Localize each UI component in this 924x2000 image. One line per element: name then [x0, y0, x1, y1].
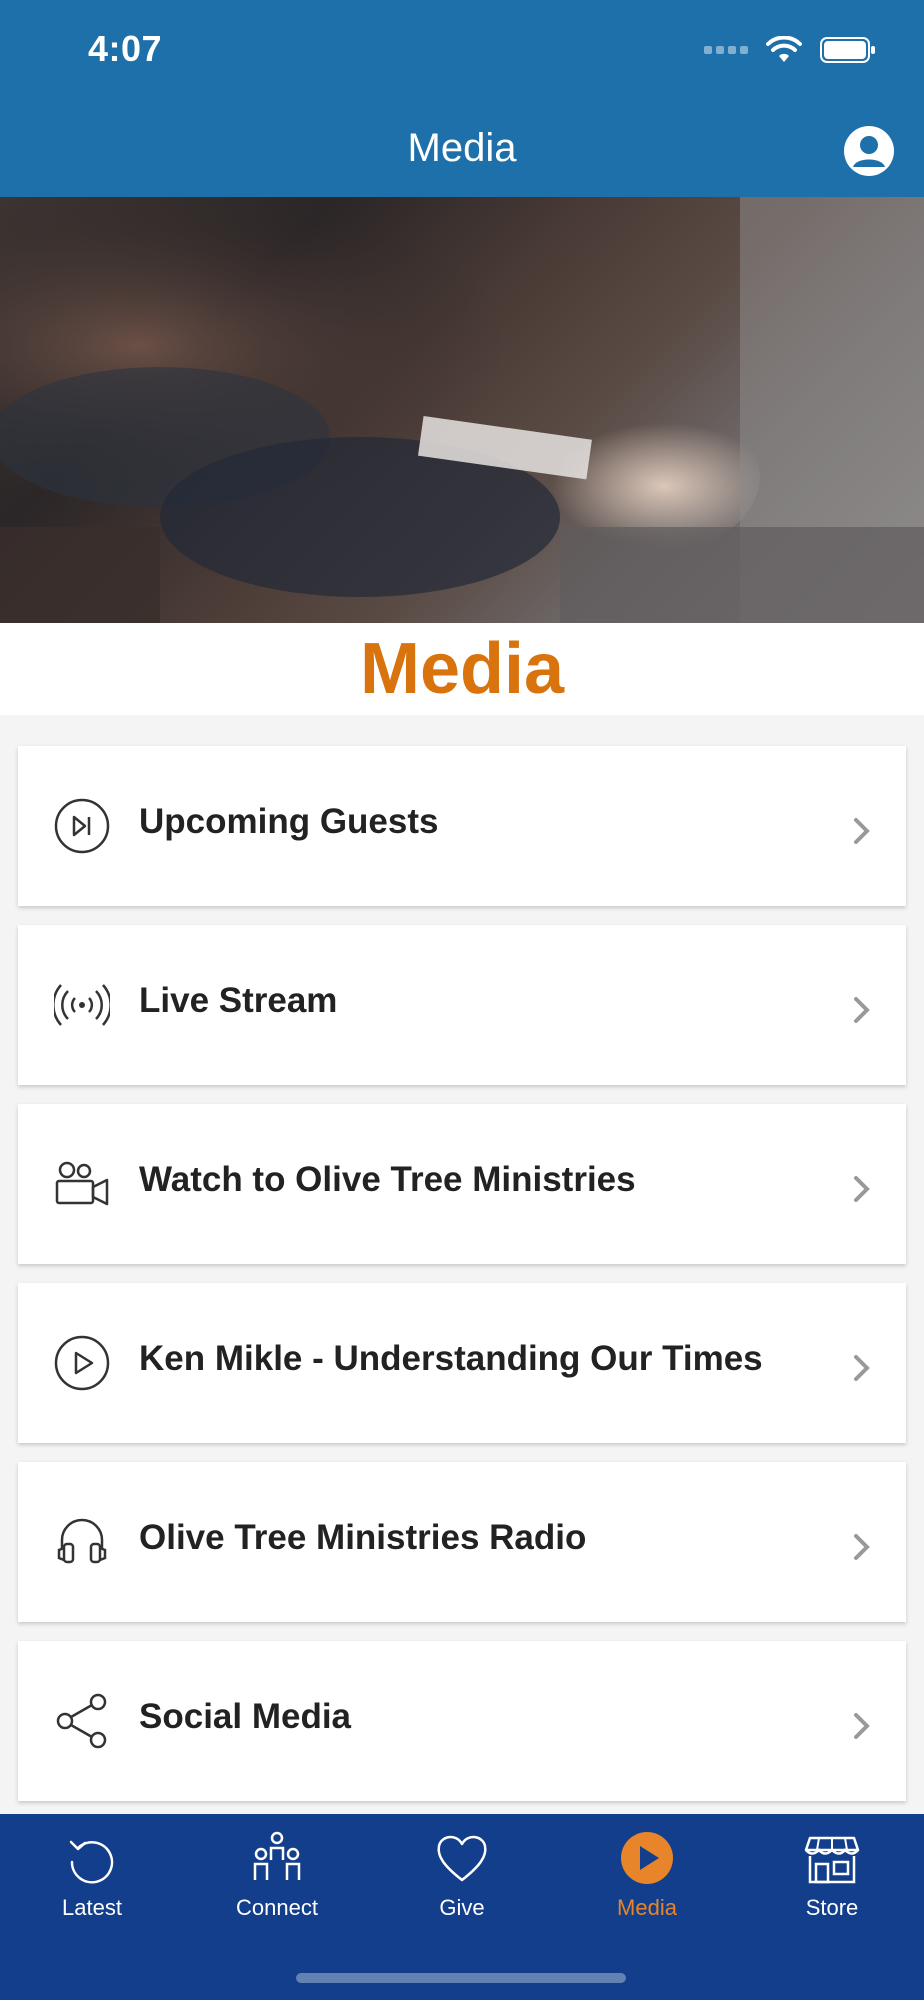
cellular-signal-icon — [704, 46, 748, 54]
tab-label: Store — [805, 1895, 859, 1920]
tab-label: Connect — [236, 1895, 318, 1920]
menu-item-upcoming-guests[interactable]: Upcoming Guests — [18, 746, 906, 906]
tab-label: Media — [617, 1895, 677, 1920]
wifi-icon — [766, 36, 802, 62]
chevron-right-icon — [854, 1713, 870, 1739]
tab-media[interactable]: Media — [555, 1814, 739, 1954]
headphones-icon — [57, 1518, 107, 1564]
tab-store[interactable]: Store — [740, 1814, 924, 1954]
tab-label: Latest — [62, 1895, 122, 1920]
refresh-icon — [69, 1840, 114, 1884]
video-camera-icon — [55, 1161, 109, 1206]
menu-item-radio[interactable]: Olive Tree Ministries Radio — [18, 1462, 906, 1622]
tab-bar: Latest Connect Give Media Store — [0, 1814, 924, 2000]
menu-item-watch[interactable]: Watch to Olive Tree Ministries — [18, 1104, 906, 1264]
menu-item-ken-mikle[interactable]: Ken Mikle - Understanding Our Times — [18, 1283, 906, 1443]
hero-title-bar: Media — [0, 623, 924, 715]
hero-image — [0, 197, 924, 623]
status-icons — [704, 32, 876, 68]
home-indicator — [296, 1973, 626, 1983]
battery-icon — [820, 37, 875, 63]
tab-latest[interactable]: Latest — [0, 1814, 184, 1954]
page-title: Media — [407, 126, 517, 170]
status-time: 4:07 — [88, 28, 163, 69]
tab-label: Give — [439, 1895, 485, 1920]
store-icon — [804, 1836, 860, 1884]
play-circle-icon — [621, 1832, 673, 1884]
menu-item-label: Social Media — [139, 1697, 352, 1736]
menu-item-label: Upcoming Guests — [139, 802, 439, 841]
chevron-right-icon — [854, 1176, 870, 1202]
chevron-right-icon — [854, 1534, 870, 1560]
broadcast-icon — [54, 984, 110, 1026]
tab-connect[interactable]: Connect — [185, 1814, 369, 1954]
hero-title: Media — [359, 629, 565, 709]
chevron-right-icon — [854, 997, 870, 1023]
menu-item-label: Live Stream — [139, 981, 338, 1020]
menu-item-live-stream[interactable]: Live Stream — [18, 925, 906, 1085]
profile-icon[interactable] — [842, 124, 896, 178]
play-circle-icon — [54, 1335, 110, 1391]
menu-item-social-media[interactable]: Social Media — [18, 1641, 906, 1801]
skip-forward-circle-icon — [54, 798, 110, 854]
hero-photo — [0, 197, 924, 623]
media-menu-list: Upcoming Guests Live Stream Watch to Oli… — [18, 746, 906, 1820]
heart-icon — [437, 1835, 487, 1882]
menu-item-label: Ken Mikle - Understanding Our Times — [139, 1339, 763, 1378]
top-bar: 4:07 Media — [0, 0, 924, 197]
chevron-right-icon — [854, 1355, 870, 1381]
tab-give[interactable]: Give — [370, 1814, 554, 1954]
menu-item-label: Olive Tree Ministries Radio — [139, 1518, 587, 1557]
chevron-right-icon — [854, 818, 870, 844]
menu-item-label: Watch to Olive Tree Ministries — [139, 1160, 636, 1199]
people-icon — [253, 1831, 301, 1880]
share-icon — [56, 1693, 107, 1749]
